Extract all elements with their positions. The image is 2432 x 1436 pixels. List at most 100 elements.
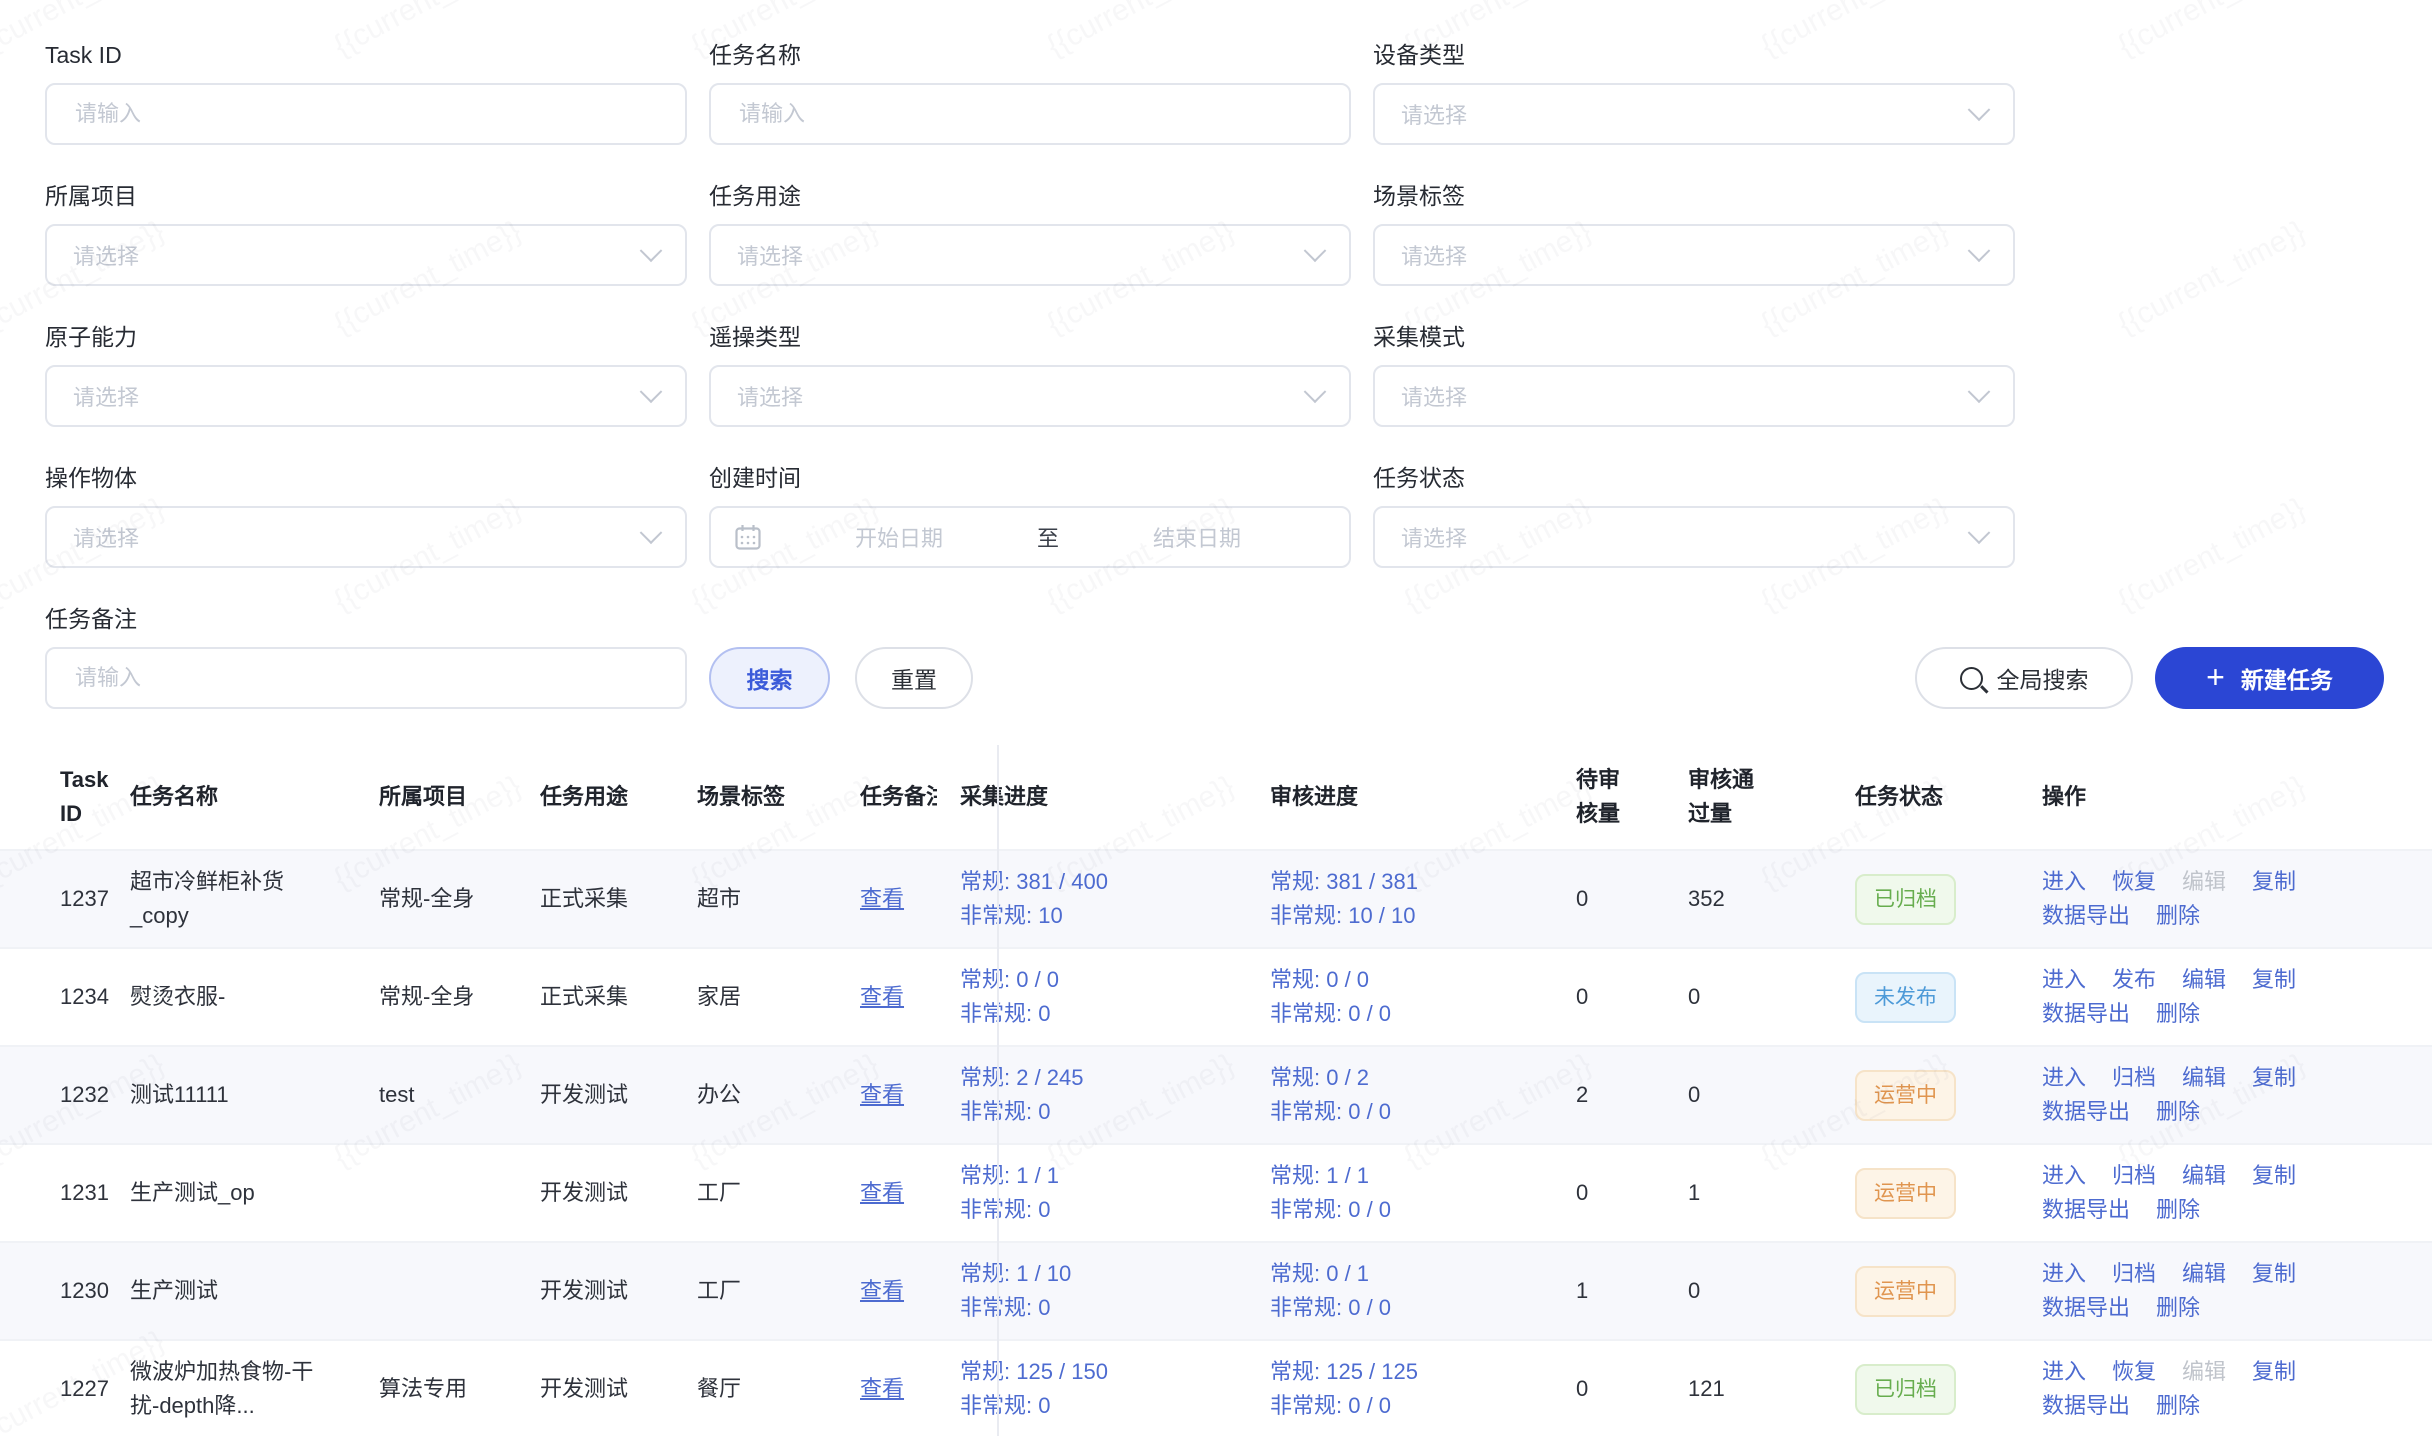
- new-task-button[interactable]: + 新建任务: [2155, 647, 2384, 709]
- cell-pending-count: 0: [1576, 980, 1688, 1014]
- op-link[interactable]: 归档: [2112, 1061, 2156, 1095]
- global-search-button[interactable]: 全局搜索: [1915, 647, 2133, 709]
- op-link[interactable]: 进入: [2042, 865, 2086, 899]
- op-link[interactable]: 复制: [2252, 865, 2296, 899]
- op-link[interactable]: 发布: [2112, 963, 2156, 997]
- view-remark-link[interactable]: 查看: [860, 1176, 937, 1210]
- view-remark-link[interactable]: 查看: [860, 882, 937, 916]
- start-date-placeholder[interactable]: 开始日期: [769, 521, 1029, 553]
- filter-field-collect-mode: 采集模式 请选择: [1373, 322, 2015, 427]
- filter-label: 遥操类型: [709, 322, 1351, 352]
- cell-task-id: 1234: [0, 980, 130, 1014]
- op-link[interactable]: 进入: [2042, 963, 2086, 997]
- op-link[interactable]: 数据导出: [2042, 1193, 2130, 1227]
- filter-field-task-status: 任务状态 请选择: [1373, 463, 2015, 568]
- teleop-type-select[interactable]: 请选择: [709, 365, 1351, 427]
- op-link[interactable]: 删除: [2156, 1095, 2200, 1129]
- op-link[interactable]: 进入: [2042, 1355, 2086, 1389]
- reset-button[interactable]: 重置: [855, 647, 973, 709]
- op-link[interactable]: 复制: [2252, 1061, 2296, 1095]
- scene-tag-select[interactable]: 请选择: [1373, 224, 2015, 286]
- op-link[interactable]: 进入: [2042, 1159, 2086, 1193]
- filter-field-teleop-type: 遥操类型 请选择: [709, 322, 1351, 427]
- filter-label: 所属项目: [45, 181, 687, 211]
- task-remark-input[interactable]: [73, 664, 659, 692]
- cell-name: 测试11111: [130, 1078, 379, 1112]
- op-link[interactable]: 恢复: [2112, 865, 2156, 899]
- task-name-input[interactable]: [737, 100, 1323, 128]
- cell-scene: 工厂: [697, 1274, 860, 1308]
- device-type-select[interactable]: 请选择: [1373, 83, 2015, 145]
- op-link[interactable]: 删除: [2156, 1291, 2200, 1325]
- op-link[interactable]: 编辑: [2182, 1061, 2226, 1095]
- col-header-review: 审核进度: [1270, 780, 1576, 814]
- col-header-task-id: Task ID: [0, 763, 130, 831]
- op-link[interactable]: 数据导出: [2042, 1291, 2130, 1325]
- table-row: 1232 测试11111 test 开发测试 办公 查看 常规: 2 / 245…: [0, 1045, 2432, 1143]
- cell-project: 常规-全身: [379, 980, 540, 1014]
- op-link[interactable]: 删除: [2156, 899, 2200, 933]
- table-row: 1234 熨烫衣服- 常规-全身 正式采集 家居 查看 常规: 0 / 0非常规…: [0, 947, 2432, 1045]
- filter-field-project: 所属项目 请选择: [45, 181, 687, 286]
- task-id-input[interactable]: [73, 100, 659, 128]
- chevron-down-icon: [1968, 239, 1991, 262]
- purpose-select[interactable]: 请选择: [709, 224, 1351, 286]
- view-remark-link[interactable]: 查看: [860, 1078, 937, 1112]
- view-remark-link[interactable]: 查看: [860, 1274, 937, 1308]
- op-link[interactable]: 恢复: [2112, 1355, 2156, 1389]
- atomic-ability-select[interactable]: 请选择: [45, 365, 687, 427]
- op-link[interactable]: 删除: [2156, 997, 2200, 1031]
- op-link[interactable]: 删除: [2156, 1389, 2200, 1423]
- op-link[interactable]: 数据导出: [2042, 1389, 2130, 1423]
- calendar-icon: [733, 522, 763, 552]
- status-badge: 运营中: [1855, 1266, 1956, 1317]
- col-header-scene: 场景标签: [697, 780, 860, 814]
- col-header-status: 任务状态: [1855, 780, 2042, 814]
- view-remark-link[interactable]: 查看: [860, 980, 937, 1014]
- op-link[interactable]: 编辑: [2182, 865, 2226, 899]
- op-link[interactable]: 复制: [2252, 1355, 2296, 1389]
- filter-label: 任务用途: [709, 181, 1351, 211]
- search-icon: [1960, 667, 1983, 690]
- task-management-page: {{current_time}}{{current_time}}{{curren…: [0, 0, 2432, 1436]
- chevron-down-icon: [1968, 98, 1991, 121]
- cell-scene: 办公: [697, 1078, 860, 1112]
- search-button[interactable]: 搜索: [709, 647, 830, 709]
- op-link[interactable]: 归档: [2112, 1257, 2156, 1291]
- op-link[interactable]: 编辑: [2182, 1257, 2226, 1291]
- end-date-placeholder[interactable]: 结束日期: [1067, 521, 1327, 553]
- status-badge: 已归档: [1855, 1364, 1956, 1415]
- view-remark-link[interactable]: 查看: [860, 1372, 937, 1406]
- col-header-project: 所属项目: [379, 780, 540, 814]
- op-link[interactable]: 数据导出: [2042, 899, 2130, 933]
- op-link[interactable]: 数据导出: [2042, 997, 2130, 1031]
- cell-project: 常规-全身: [379, 882, 540, 916]
- filter-label: 任务状态: [1373, 463, 2015, 493]
- cell-review-progress: 常规: 0 / 1非常规: 0 / 0: [1270, 1257, 1576, 1325]
- cell-project: test: [379, 1078, 540, 1112]
- op-link[interactable]: 删除: [2156, 1193, 2200, 1227]
- op-link[interactable]: 编辑: [2182, 1355, 2226, 1389]
- create-time-range-picker[interactable]: 开始日期 至 结束日期: [709, 506, 1351, 568]
- status-badge: 未发布: [1855, 972, 1956, 1023]
- cell-scene: 家居: [697, 980, 860, 1014]
- table-header-row: Task ID 任务名称 所属项目 任务用途 场景标签 任务备注 采集进度 审核…: [0, 745, 2432, 849]
- task-status-select[interactable]: 请选择: [1373, 506, 2015, 568]
- operate-object-select[interactable]: 请选择: [45, 506, 687, 568]
- cell-name: 熨烫衣服-: [130, 980, 379, 1014]
- op-link[interactable]: 复制: [2252, 963, 2296, 997]
- collect-mode-select[interactable]: 请选择: [1373, 365, 2015, 427]
- op-link[interactable]: 数据导出: [2042, 1095, 2130, 1129]
- op-link[interactable]: 进入: [2042, 1257, 2086, 1291]
- op-link[interactable]: 进入: [2042, 1061, 2086, 1095]
- filter-label: 创建时间: [709, 463, 1351, 493]
- op-link[interactable]: 编辑: [2182, 1159, 2226, 1193]
- cell-collect-progress: 常规: 1 / 1非常规: 0: [937, 1159, 1270, 1227]
- op-link[interactable]: 编辑: [2182, 963, 2226, 997]
- op-link[interactable]: 归档: [2112, 1159, 2156, 1193]
- op-link[interactable]: 复制: [2252, 1159, 2296, 1193]
- cell-approved-count: 352: [1688, 882, 1855, 916]
- op-link[interactable]: 复制: [2252, 1257, 2296, 1291]
- task-table: Task ID 任务名称 所属项目 任务用途 场景标签 任务备注 采集进度 审核…: [0, 745, 2432, 1436]
- project-select[interactable]: 请选择: [45, 224, 687, 286]
